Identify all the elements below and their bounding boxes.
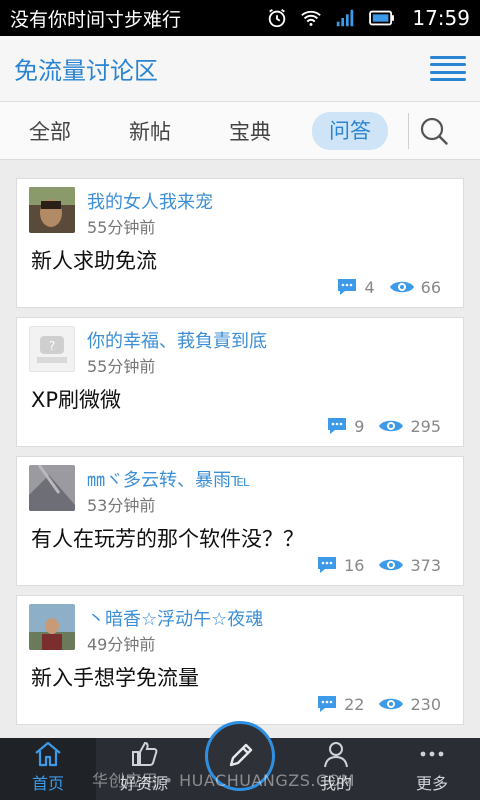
user-icon [324, 742, 348, 768]
view-count: 373 [410, 555, 441, 575]
post-list: 我的女人我来宠 55分钟前 新人求助免流 4 66 ? 你的幸福、莪負責到底 5… [16, 178, 464, 734]
alarm-icon [269, 8, 286, 28]
tab-bar: 全部 新帖 宝典 问答 [0, 102, 480, 160]
post-time: 55分钟前 [87, 357, 156, 376]
eye-icon [379, 698, 404, 710]
view-count: 295 [410, 416, 441, 436]
eye-icon [389, 281, 414, 293]
wifi-icon [301, 10, 322, 26]
nav-home-label: 首页 [31, 774, 64, 793]
comment-icon [328, 418, 347, 434]
post-time: 53分钟前 [87, 496, 156, 515]
search-button[interactable] [409, 106, 459, 156]
post-username[interactable]: ㎜ヾ多云转、暴雨℡ [87, 466, 250, 492]
status-message: 没有你时间寸步难行 [10, 8, 182, 31]
post-username[interactable]: 我的女人我来宠 [87, 188, 213, 214]
thumbs-up-icon [132, 741, 158, 766]
home-icon [35, 741, 61, 767]
battery-icon [369, 10, 395, 26]
status-bar: 没有你时间寸步难行 17:59 [0, 0, 480, 36]
post-stats: 4 66 [336, 277, 441, 297]
avatar[interactable]: ? [29, 326, 75, 372]
tab-qa[interactable]: 问答 [312, 111, 388, 150]
eye-icon [379, 559, 404, 571]
post-username[interactable]: 丶暗香☆浮动午☆夜魂 [87, 605, 263, 631]
comment-count: 9 [354, 416, 365, 436]
post-title[interactable]: XP刷微微 [31, 384, 121, 414]
svg-text:?: ? [49, 339, 55, 353]
view-count: 230 [410, 694, 441, 714]
post-stats: 9 295 [326, 416, 441, 436]
nav-home[interactable]: 首页 [0, 738, 96, 800]
eye-icon [379, 420, 404, 432]
tab-all[interactable]: 全部 [0, 116, 100, 146]
post-time: 49分钟前 [87, 635, 156, 654]
post-card[interactable]: 我的女人我来宠 55分钟前 新人求助免流 4 66 [16, 178, 464, 308]
avatar[interactable] [29, 465, 75, 511]
nav-more-label: 更多 [415, 774, 448, 793]
comment-icon [338, 279, 357, 295]
avatar[interactable] [29, 187, 75, 233]
tab-guide[interactable]: 宝典 [200, 116, 300, 146]
post-username[interactable]: 你的幸福、莪負責到底 [87, 327, 267, 353]
tab-new[interactable]: 新帖 [100, 116, 200, 146]
post-title[interactable]: 新人求助免流 [31, 245, 157, 275]
post-time: 55分钟前 [87, 218, 156, 237]
comment-count: 4 [364, 277, 375, 297]
view-count: 66 [420, 277, 441, 297]
post-title[interactable]: 有人在玩芳的那个软件没？？ [31, 523, 304, 553]
comment-icon [318, 696, 337, 712]
nav-more[interactable]: 更多 [384, 738, 480, 800]
more-icon [420, 751, 444, 757]
page-title: 免流量讨论区 [14, 57, 158, 85]
comment-count: 16 [344, 555, 365, 575]
post-card[interactable]: ? 你的幸福、莪負責到底 55分钟前 XP刷微微 9 295 [16, 317, 464, 447]
watermark: 华创应用 • HUACHUANGZS.COM [92, 771, 356, 790]
post-stats: 16 373 [316, 555, 441, 575]
comment-icon [318, 557, 337, 573]
search-icon [420, 117, 448, 145]
signal-icon [337, 9, 354, 27]
menu-icon[interactable] [430, 55, 466, 82]
post-card[interactable]: 丶暗香☆浮动午☆夜魂 49分钟前 新入手想学免流量 22 230 [16, 595, 464, 725]
comment-count: 22 [344, 694, 365, 714]
status-time: 17:59 [412, 6, 470, 30]
app-header: 免流量讨论区 [0, 36, 480, 102]
post-card[interactable]: ㎜ヾ多云转、暴雨℡ 53分钟前 有人在玩芳的那个软件没？？ 16 373 [16, 456, 464, 586]
post-stats: 22 230 [316, 694, 441, 714]
post-title[interactable]: 新入手想学免流量 [31, 662, 199, 692]
avatar[interactable] [29, 604, 75, 650]
